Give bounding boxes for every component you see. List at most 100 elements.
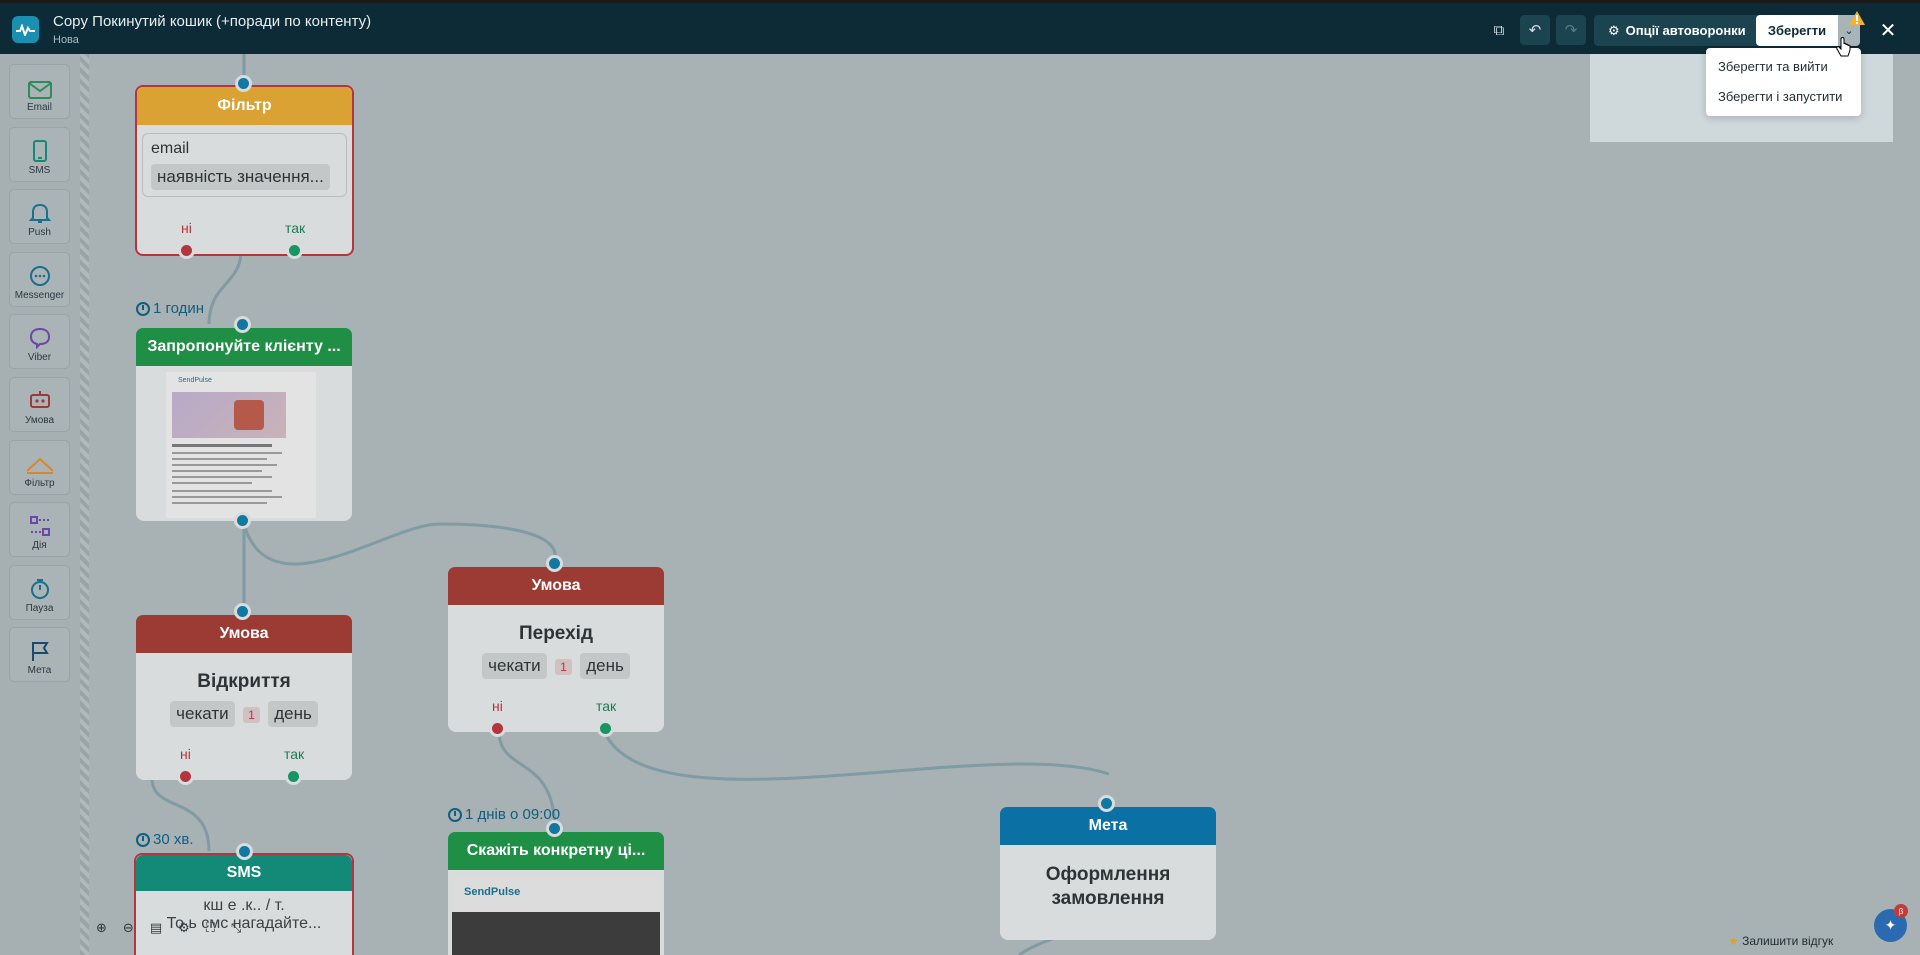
condition-wait-row: чекати 1 день: [136, 701, 352, 727]
condition-node-click[interactable]: Умова Перехід чекати 1 день ні так: [448, 555, 664, 737]
email-brand: SendPulse: [464, 886, 521, 898]
settings-icon[interactable]: ⚙: [178, 920, 190, 942]
warning-icon[interactable]: [1848, 10, 1866, 26]
filter-field: email: [151, 140, 190, 157]
palette-label-goal: Мета: [27, 665, 52, 676]
condition-title: Відкриття: [197, 671, 291, 692]
feedback-link[interactable]: ★ Залишити відгук: [1728, 934, 1833, 948]
email-input-port[interactable]: [546, 820, 563, 837]
condition-no-label: ні: [180, 746, 191, 762]
save-button[interactable]: Зберегти: [1756, 15, 1838, 46]
wait-label: чекати: [170, 701, 235, 727]
wait-label: чекати: [482, 653, 547, 679]
palette-item-messenger[interactable]: Messenger: [9, 252, 70, 307]
condition-yes-port[interactable]: [285, 768, 302, 785]
gear-icon: ⚙: [1608, 22, 1620, 38]
undo-icon[interactable]: ↶: [1520, 15, 1550, 45]
filter-node-header: Фільтр: [137, 87, 352, 125]
condition-node-open[interactable]: Умова Відкриття чекати 1 день ні так: [136, 603, 352, 785]
clock-icon: [136, 301, 150, 316]
top-bar: Copy Покинутий кошик (+поради по контент…: [0, 0, 1920, 54]
app-logo-icon[interactable]: [12, 16, 39, 43]
palette-label-push: Push: [28, 227, 51, 238]
zoom-toolbar: ⊕ ⊖ ▤ ⚙ ⛶ ⤡: [96, 920, 241, 942]
filter-no-port[interactable]: [178, 242, 195, 259]
email-output-port[interactable]: [234, 512, 251, 529]
filter-icon: [25, 457, 54, 474]
palette-label-action: Дія: [32, 540, 47, 551]
palette-item-push[interactable]: Push: [9, 189, 70, 244]
goal-title: Оформлення замовлення: [1045, 864, 1171, 909]
filter-input-port[interactable]: [235, 75, 252, 92]
sms-icon: [32, 140, 47, 162]
condition-icon: [29, 391, 50, 408]
sparkle-icon: ✦: [1884, 917, 1897, 933]
email-node[interactable]: Скажіть конкретну ці... SendPulse: [448, 820, 664, 955]
goal-node-header: Мета: [1000, 807, 1216, 845]
condition-input-port[interactable]: [234, 603, 251, 620]
clock-icon: [136, 832, 150, 847]
zoom-out-icon[interactable]: ⊖: [123, 920, 134, 942]
messenger-icon: [29, 266, 50, 286]
palette-item-goal[interactable]: Мета: [9, 627, 70, 682]
sms-input-port[interactable]: [236, 843, 253, 860]
book-icon[interactable]: ▤: [150, 920, 162, 942]
palette-item-pause[interactable]: Пауза: [9, 565, 70, 620]
flow-options-button[interactable]: ⚙ Опції автоворонки: [1594, 15, 1760, 46]
email-node[interactable]: Запропонуйте клієнту ... SendPulse: [136, 316, 352, 529]
palette-divider: [80, 54, 89, 955]
palette-item-condition[interactable]: Умова: [9, 377, 70, 432]
filter-rule-box: email наявність значення...: [142, 133, 347, 197]
filter-node[interactable]: Фільтр email наявність значення... ні та…: [135, 75, 354, 259]
pause-icon: [30, 579, 49, 599]
condition-yes-port[interactable]: [597, 720, 614, 737]
save-and-run-item[interactable]: Зберегти і запустити: [1706, 84, 1861, 114]
filter-no-label: ні: [181, 220, 192, 236]
collapse-icon[interactable]: ⤡: [231, 920, 241, 942]
email-hero-image: [172, 392, 286, 438]
filter-yes-label: так: [285, 220, 306, 236]
condition-input-port[interactable]: [546, 555, 563, 572]
palette-label-condition: Умова: [24, 415, 55, 426]
palette-label-email: Email: [26, 102, 52, 113]
email-preview: SendPulse: [452, 876, 660, 955]
goal-node[interactable]: Мета Оформлення замовлення: [1000, 795, 1216, 940]
sms-text-line: кш е .к.. / т.: [203, 897, 285, 914]
email-icon: [27, 81, 52, 99]
preview-icon[interactable]: ⧉: [1484, 15, 1514, 45]
delay-text: 1 годин: [153, 300, 205, 317]
goal-icon: [31, 642, 49, 661]
condition-node-header: Умова: [448, 567, 664, 605]
push-icon: [28, 203, 51, 223]
email-preview: SendPulse: [166, 372, 316, 518]
palette-item-filter[interactable]: Фільтр: [9, 440, 70, 495]
delay-label: 1 годин: [136, 300, 204, 317]
wait-number: 1: [555, 659, 572, 675]
condition-no-port[interactable]: [177, 768, 194, 785]
email-node-header: Скажіть конкретну ці...: [448, 832, 664, 870]
wait-unit: день: [268, 701, 318, 727]
condition-no-label: ні: [492, 698, 503, 714]
delay-text: 1 днів о 09:00: [465, 806, 561, 823]
redo-icon[interactable]: ↷: [1556, 15, 1586, 45]
palette-item-action[interactable]: Дія: [9, 502, 70, 557]
filter-yes-port[interactable]: [286, 242, 303, 259]
palette-item-sms[interactable]: SMS: [9, 127, 70, 182]
feedback-label: Залишити відгук: [1742, 934, 1834, 948]
flow-options-label: Опції автоворонки: [1625, 23, 1746, 38]
palette-item-email[interactable]: Email: [9, 64, 70, 119]
delay-label: 30 хв.: [136, 831, 194, 848]
zoom-in-icon[interactable]: ⊕: [96, 920, 107, 942]
condition-title: Перехід: [518, 623, 594, 644]
flow-status: Нова: [53, 34, 79, 46]
palette-item-viber[interactable]: Viber: [9, 314, 70, 369]
delay-text: 30 хв.: [153, 831, 194, 848]
palette-label-messenger: Messenger: [14, 290, 65, 301]
condition-no-port[interactable]: [489, 720, 506, 737]
email-input-port[interactable]: [234, 316, 251, 333]
condition-yes-label: так: [284, 746, 305, 762]
goal-input-port[interactable]: [1098, 795, 1115, 812]
fit-screen-icon[interactable]: ⛶: [206, 920, 215, 942]
flow-title[interactable]: Copy Покинутий кошик (+поради по контент…: [53, 13, 371, 30]
close-icon[interactable]: ✕: [1876, 17, 1900, 43]
